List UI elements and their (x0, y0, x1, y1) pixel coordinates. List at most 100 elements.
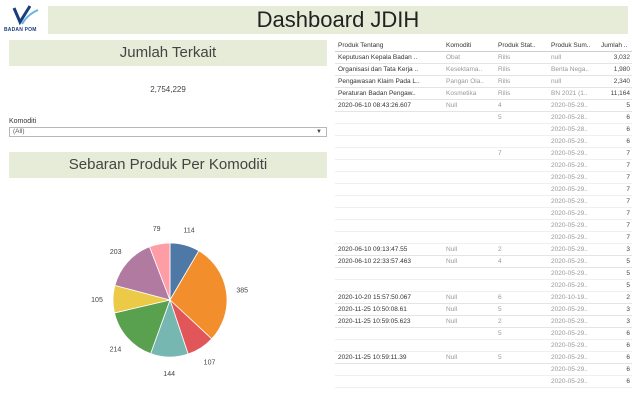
cell-produk-status: 5 (498, 306, 502, 313)
table-row[interactable]: 5 2020-05-29.. 6 (335, 328, 632, 340)
cell-komoditi (443, 340, 495, 351)
table-row[interactable]: 2020-05-29.. 7 (335, 208, 632, 220)
pie-slice-label: 114 (184, 228, 195, 235)
cell-produk-status (495, 160, 548, 171)
table-row[interactable]: 2020-11-25 10:59:05.623 Null 2 2020-05-29..… (335, 316, 632, 328)
column-header-jumlah[interactable]: Jumlah .. (598, 40, 632, 51)
table-row[interactable]: 2020-06-10 09:13:47.55 Null 2 2020-05-29.. 3 (335, 244, 632, 256)
cell-produk-summary: 2020-05-29.. (551, 330, 588, 337)
table-body: Keputusan Kepala Badan .. Obat Rilis null 3,… (335, 52, 632, 388)
cell-produk-status (495, 124, 548, 135)
cell-produk-status: 5 (498, 114, 502, 121)
table-row[interactable]: 2020-05-29.. 5 (335, 280, 632, 292)
table-row[interactable]: 2020-05-28.. 6 (335, 124, 632, 136)
column-header-produk-tentang[interactable]: Produk Tentang (335, 40, 443, 51)
cell-produk-summary: 2020-05-29.. (551, 210, 588, 217)
cell-produk-tentang: 2020-06-10 09:13:47.55 (338, 246, 408, 253)
table-row[interactable]: 2020-10-20 15:57:50.067 Null 6 2020-10-19..… (335, 292, 632, 304)
cell-produk-status: 7 (498, 150, 502, 157)
cell-jumlah: 7 (626, 186, 630, 193)
table-row[interactable]: 2020-05-29.. 7 (335, 184, 632, 196)
table-row[interactable]: 2020-06-10 08:43:26.607 Null 4 2020-05-29..… (335, 100, 632, 112)
cell-produk-tentang (335, 184, 443, 195)
table-row[interactable]: 7 2020-05-29.. 7 (335, 148, 632, 160)
table-row[interactable]: 2020-05-29.. 6 (335, 340, 632, 352)
cell-produk-status (495, 232, 548, 243)
table-row[interactable]: 2020-11-25 10:50:08.61 Null 5 2020-05-29.. 3 (335, 304, 632, 316)
cell-komoditi (443, 148, 495, 159)
cell-jumlah: 5 (626, 102, 630, 109)
cell-komoditi: Null (446, 354, 458, 361)
table-row[interactable]: 2020-05-29.. 6 (335, 136, 632, 148)
cell-jumlah: 11,164 (610, 90, 630, 97)
table-row[interactable]: Pengawasan Klaim Pada L.. Pangan Ola.. Ril… (335, 76, 632, 88)
page-title: Dashboard JDIH (256, 7, 420, 32)
table-row[interactable]: Peraturan Badan Pengaw.. Kosmetika Rilis BN… (335, 88, 632, 100)
cell-jumlah: 6 (626, 342, 630, 349)
table-row[interactable]: Keputusan Kepala Badan .. Obat Rilis null 3,… (335, 52, 632, 64)
pie-slice-label: 107 (204, 359, 216, 366)
pie-slice-label: 203 (110, 249, 122, 256)
cell-jumlah: 6 (626, 378, 630, 385)
cell-komoditi: Null (446, 258, 458, 265)
column-header-produk-summary[interactable]: Produk Sum.. (548, 40, 598, 51)
logo-text: BADAN POM (4, 27, 37, 33)
cell-jumlah: 7 (626, 198, 630, 205)
table-row[interactable]: 2020-05-29.. 7 (335, 232, 632, 244)
cell-produk-tentang (335, 340, 443, 351)
cell-komoditi: Null (446, 306, 458, 313)
cell-produk-summary: null (551, 54, 562, 61)
cell-komoditi (443, 268, 495, 279)
column-header-produk-status[interactable]: Produk Stat.. (495, 40, 548, 51)
pie-chart: 114 385 107 144 214 105 203 79 (60, 184, 300, 414)
cell-produk-summary: 2020-10-19.. (551, 294, 588, 301)
cell-produk-tentang (335, 124, 443, 135)
table-row[interactable]: 2020-05-29.. 7 (335, 172, 632, 184)
column-header-komoditi[interactable]: Komoditi (443, 40, 495, 51)
cell-produk-summary: 2020-05-29.. (551, 198, 588, 205)
table-row[interactable]: 2020-11-25 10:59:11.39 Null 5 2020-05-29.. 6 (335, 352, 632, 364)
komoditi-filter-dropdown[interactable]: (All) ▼ (9, 127, 327, 137)
cell-produk-status: 6 (498, 294, 502, 301)
cell-produk-status (495, 184, 548, 195)
table-row[interactable]: 2020-06-10 22:33:57.463 Null 4 2020-05-29..… (335, 256, 632, 268)
cell-jumlah: 2,340 (613, 78, 630, 85)
cell-produk-status: Rilis (498, 66, 511, 73)
pie-slice-label: 144 (163, 371, 175, 378)
cell-jumlah: 5 (626, 282, 630, 289)
table-row[interactable]: 2020-05-29.. 7 (335, 220, 632, 232)
table-row[interactable]: 5 2020-05-28.. 6 (335, 112, 632, 124)
sebaran-header: Sebaran Produk Per Komoditi (9, 152, 327, 178)
cell-produk-tentang (335, 160, 443, 171)
cell-produk-tentang: Keputusan Kepala Badan .. (338, 54, 418, 61)
cell-produk-status (495, 208, 548, 219)
cell-jumlah: 7 (626, 222, 630, 229)
cell-produk-tentang: 2020-11-25 10:50:08.61 (338, 306, 407, 313)
cell-produk-tentang: 2020-11-25 10:59:11.39 (338, 354, 407, 361)
cell-produk-tentang (335, 112, 443, 123)
cell-produk-tentang (335, 328, 443, 339)
jumlah-terkait-header: Jumlah Terkait (9, 40, 327, 66)
pie-slice-label: 105 (91, 297, 103, 304)
table-row[interactable]: 2020-05-29.. 6 (335, 364, 632, 376)
table-row[interactable]: 2020-05-29.. 7 (335, 160, 632, 172)
cell-produk-tentang (335, 280, 443, 291)
komoditi-filter-label: Komoditi (9, 118, 37, 125)
cell-komoditi: Null (446, 102, 458, 109)
dashboard-title-bar: Dashboard JDIH (48, 6, 628, 34)
cell-produk-tentang (335, 172, 443, 183)
chevron-down-icon[interactable]: ▼ (316, 128, 322, 136)
cell-produk-status: 5 (498, 330, 502, 337)
table-row[interactable]: 2020-05-29.. 5 (335, 268, 632, 280)
cell-produk-summary: 2020-05-29.. (551, 318, 588, 325)
cell-jumlah: 1,980 (613, 66, 630, 73)
cell-produk-status (495, 196, 548, 207)
table-row[interactable]: Organisasi dan Tata Kerja .. Kesektama.. R… (335, 64, 632, 76)
cell-komoditi (443, 184, 495, 195)
cell-jumlah: 3 (626, 246, 630, 253)
table-row[interactable]: 2020-05-29.. 7 (335, 196, 632, 208)
pie-svg: 114 385 107 144 214 105 203 79 (91, 226, 248, 378)
cell-komoditi: Pangan Ola.. (446, 78, 484, 85)
table-row[interactable]: 2020-05-29.. 6 (335, 376, 632, 388)
cell-produk-tentang: 2020-06-10 08:43:26.607 (338, 102, 412, 109)
